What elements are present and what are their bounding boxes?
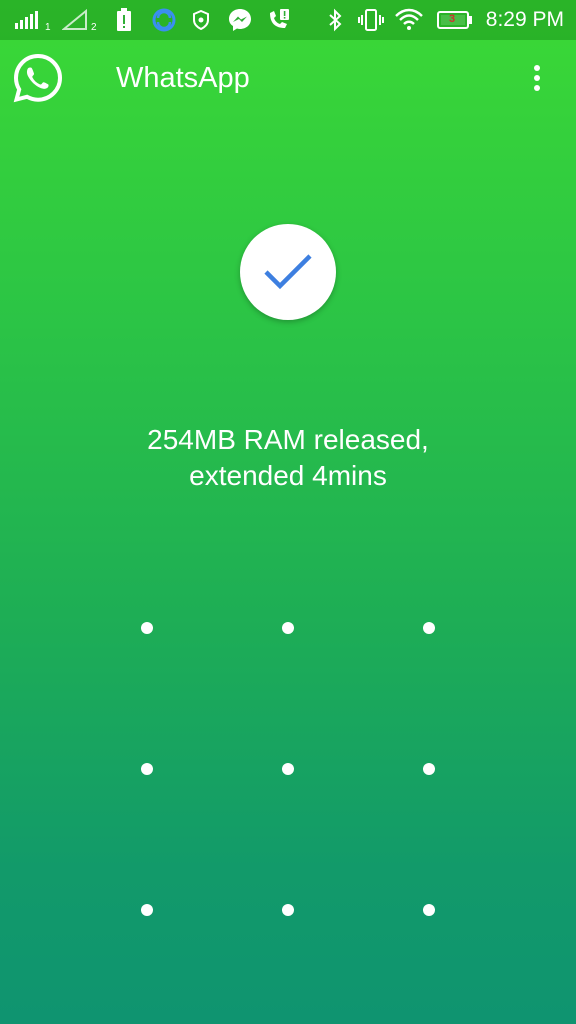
wifi-icon — [392, 0, 426, 40]
pattern-dot-4[interactable] — [141, 763, 153, 775]
pattern-dot-8[interactable] — [282, 904, 294, 916]
check-icon — [264, 254, 312, 290]
status-message: 254MB RAM released, extended 4mins — [0, 422, 576, 494]
sim2-label: 2 — [91, 22, 97, 33]
bluetooth-icon — [324, 0, 346, 40]
sync-icon — [150, 0, 178, 40]
pattern-dot-3[interactable] — [423, 622, 435, 634]
app-title: WhatsApp — [116, 62, 250, 94]
messenger-icon — [226, 0, 254, 40]
more-vert-icon[interactable] — [522, 58, 552, 98]
shield-icon — [190, 0, 212, 40]
success-badge — [240, 224, 336, 320]
signal-sim1-icon — [12, 0, 46, 40]
whatsapp-logo-icon — [13, 53, 63, 103]
battery-level-label: 3 — [448, 13, 456, 25]
app-bar: WhatsApp — [0, 40, 576, 116]
message-line-1: 254MB RAM released, — [147, 424, 429, 455]
pattern-dot-6[interactable] — [423, 763, 435, 775]
message-line-2: extended 4mins — [189, 460, 387, 491]
pattern-dot-2[interactable] — [282, 622, 294, 634]
status-bar: 1 2 3 8:29 PM — [0, 0, 576, 40]
status-time: 8:29 PM — [485, 8, 564, 31]
sim1-label: 1 — [45, 22, 51, 33]
battery-icon: 3 — [436, 0, 474, 40]
signal-sim2-icon — [60, 0, 90, 40]
vibrate-icon — [356, 0, 386, 40]
pattern-dot-9[interactable] — [423, 904, 435, 916]
lock-screen: 1 2 3 8:29 PM WhatsApp 254MB RAM release… — [0, 0, 576, 1024]
pattern-dot-1[interactable] — [141, 622, 153, 634]
pattern-dot-7[interactable] — [141, 904, 153, 916]
battery-alert-icon — [114, 0, 134, 40]
call-alert-icon — [264, 0, 292, 40]
pattern-dot-5[interactable] — [282, 763, 294, 775]
